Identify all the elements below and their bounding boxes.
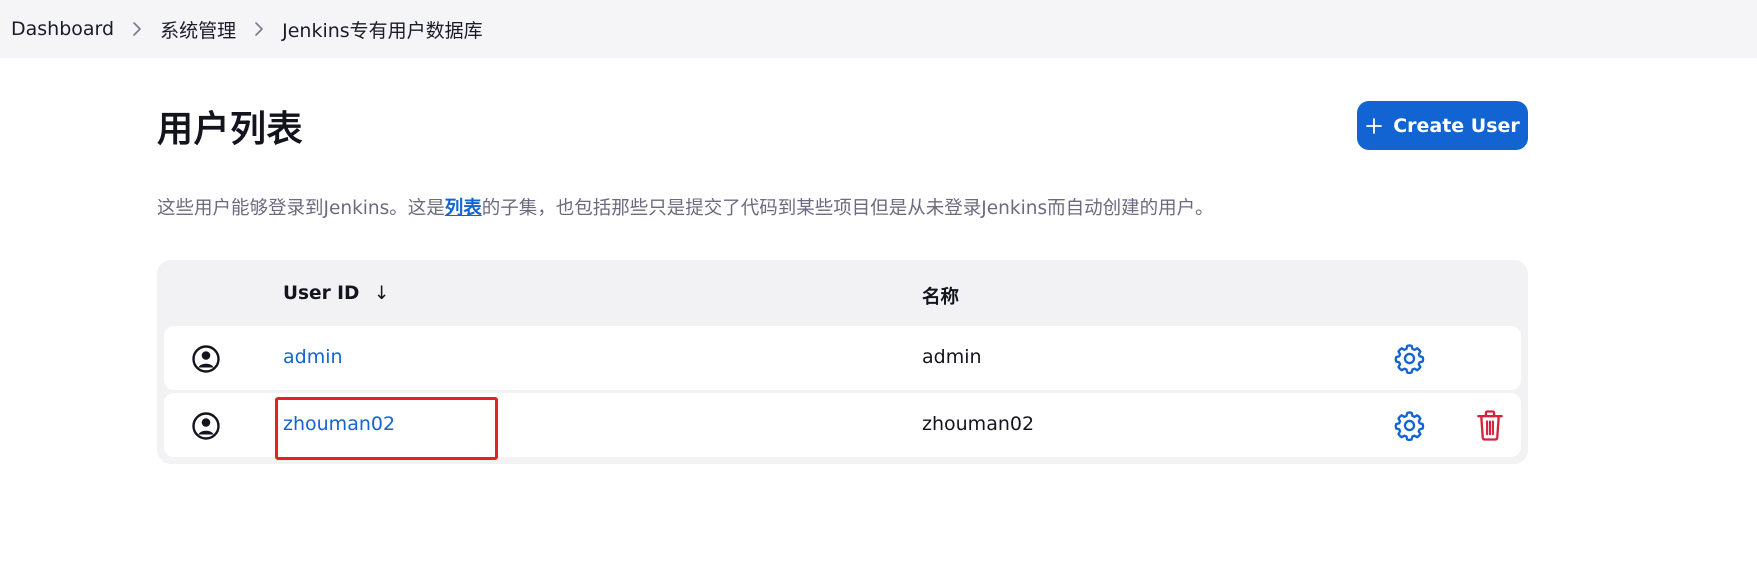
description-list-link[interactable]: 列表	[445, 198, 482, 219]
breadcrumb-user-database[interactable]: Jenkins专有用户数据库	[282, 16, 483, 43]
sort-descending-icon: ↓	[373, 283, 390, 304]
column-header-user-id-label: User ID	[283, 283, 360, 304]
breadcrumb-dashboard[interactable]: Dashboard	[11, 18, 114, 40]
user-name: zhouman02	[922, 413, 1035, 435]
chevron-right-icon	[114, 0, 160, 58]
trash-icon[interactable]	[1476, 409, 1504, 442]
user-name: admin	[922, 346, 982, 368]
description-text-after: 的子集，也包括那些只是提交了代码到某些项目但是从未登录Jenkins而自动创建的…	[481, 198, 1214, 219]
user-id-link[interactable]: admin	[283, 346, 343, 368]
create-user-label: Create User	[1393, 114, 1520, 137]
gear-icon[interactable]	[1393, 342, 1426, 375]
column-header-name: 名称	[922, 287, 960, 308]
user-id-link[interactable]: zhouman02	[283, 413, 395, 435]
page-description: 这些用户能够登录到Jenkins。这是列表的子集，也包括那些只是提交了代码到某些…	[157, 194, 1214, 220]
user-circle-icon	[192, 345, 220, 373]
create-user-button[interactable]: Create User	[1357, 101, 1528, 150]
chevron-right-icon	[236, 0, 282, 58]
user-circle-icon	[192, 412, 220, 440]
breadcrumb-bar: Dashboard 系统管理 Jenkins专有用户数据库	[0, 0, 1757, 58]
plus-icon	[1366, 117, 1383, 134]
column-header-user-id[interactable]: User ID ↓	[283, 283, 389, 304]
breadcrumb-system-management[interactable]: 系统管理	[160, 16, 236, 43]
table-row	[164, 326, 1521, 390]
description-text-before: 这些用户能够登录到Jenkins。这是	[157, 198, 445, 219]
page-title: 用户列表	[157, 109, 304, 150]
gear-icon[interactable]	[1393, 409, 1426, 442]
